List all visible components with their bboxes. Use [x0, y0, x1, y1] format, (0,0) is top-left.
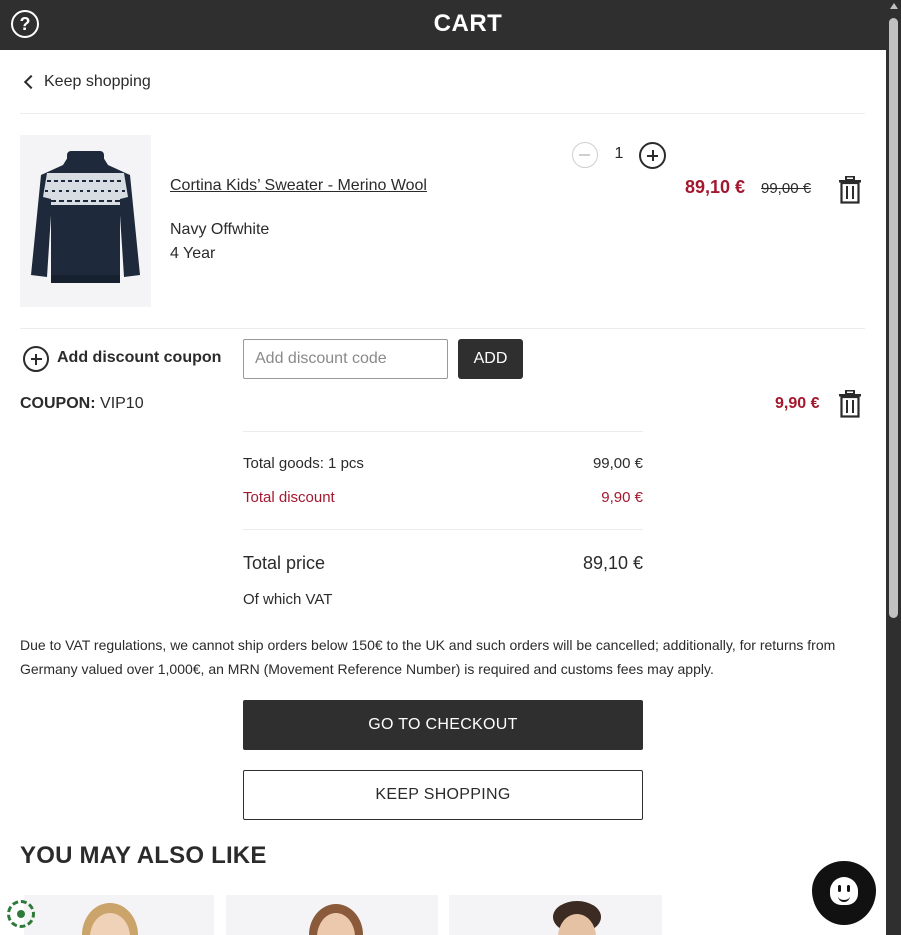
shipping-notice-line-2: Germany valued over 1,000€, an MRN (Move… — [20, 661, 714, 677]
product-image[interactable] — [20, 135, 151, 307]
quantity-value: 1 — [614, 145, 624, 162]
keep-shopping-button[interactable]: KEEP SHOPPING — [243, 770, 643, 820]
divider — [243, 431, 643, 432]
recommendation-card[interactable] — [226, 895, 438, 935]
model-photo-1 — [82, 903, 138, 935]
keep-shopping-link-label: Keep shopping — [44, 73, 151, 90]
shipping-notice: Due to VAT regulations, we cannot ship o… — [20, 633, 850, 681]
total-discount-value: 9,90 € — [601, 489, 643, 506]
chat-bubble-button[interactable] — [812, 861, 876, 925]
quantity-decrease-button[interactable] — [572, 142, 598, 168]
item-price-original: 99,00 € — [761, 180, 812, 197]
recommendation-card[interactable] — [24, 895, 214, 935]
header-bar: ? CART — [0, 0, 886, 50]
go-to-checkout-button[interactable]: GO TO CHECKOUT — [243, 700, 643, 750]
add-coupon-plus-icon[interactable] — [23, 346, 49, 372]
sweater-image — [20, 135, 151, 307]
recommendations-title: YOU MAY ALSO LIKE — [20, 842, 267, 869]
model-photo-3 — [553, 901, 601, 935]
product-name-link[interactable]: Cortina Kids’ Sweater - Merino Wool — [170, 177, 427, 195]
eco-badge-icon[interactable] — [7, 900, 35, 928]
applied-coupon-code: VIP10 — [100, 395, 144, 412]
scrollbar-thumb[interactable] — [889, 18, 898, 618]
divider — [243, 529, 643, 530]
keep-shopping-link[interactable]: Keep shopping — [22, 70, 151, 94]
recommendation-card[interactable] — [449, 895, 662, 935]
applied-coupon-amount: 9,90 € — [775, 395, 820, 412]
divider — [20, 328, 865, 329]
shipping-notice-line-1: Due to VAT regulations, we cannot ship o… — [20, 637, 836, 653]
product-color: Navy Offwhite — [170, 221, 270, 238]
total-price-value: 89,10 € — [582, 553, 643, 573]
total-goods-label: Total goods: 1 pcs — [243, 455, 364, 472]
quantity-increase-button[interactable] — [639, 142, 666, 169]
add-discount-coupon-toggle[interactable]: Add discount coupon — [57, 349, 221, 367]
page-title: CART — [433, 10, 503, 37]
chat-face-icon — [830, 877, 858, 905]
add-discount-button[interactable]: ADD — [458, 339, 523, 379]
product-size: 4 Year — [170, 245, 216, 262]
remove-coupon-trash-icon[interactable] — [838, 389, 862, 418]
discount-code-input[interactable] — [243, 339, 448, 379]
scroll-up-arrow-icon[interactable] — [890, 3, 898, 9]
total-discount-label: Total discount — [243, 489, 335, 506]
trash-icon[interactable] — [838, 175, 862, 204]
total-price-label: Total price — [243, 553, 326, 573]
total-goods-value: 99,00 € — [592, 455, 643, 472]
applied-coupon: COUPON: VIP10 — [20, 395, 144, 413]
applied-coupon-label: COUPON: — [20, 395, 96, 412]
model-photo-2 — [309, 904, 363, 935]
divider — [20, 113, 865, 114]
item-price-discounted: 89,10 € — [685, 177, 746, 197]
chevron-left-icon — [23, 74, 39, 90]
vat-label: Of which VAT — [243, 591, 333, 608]
